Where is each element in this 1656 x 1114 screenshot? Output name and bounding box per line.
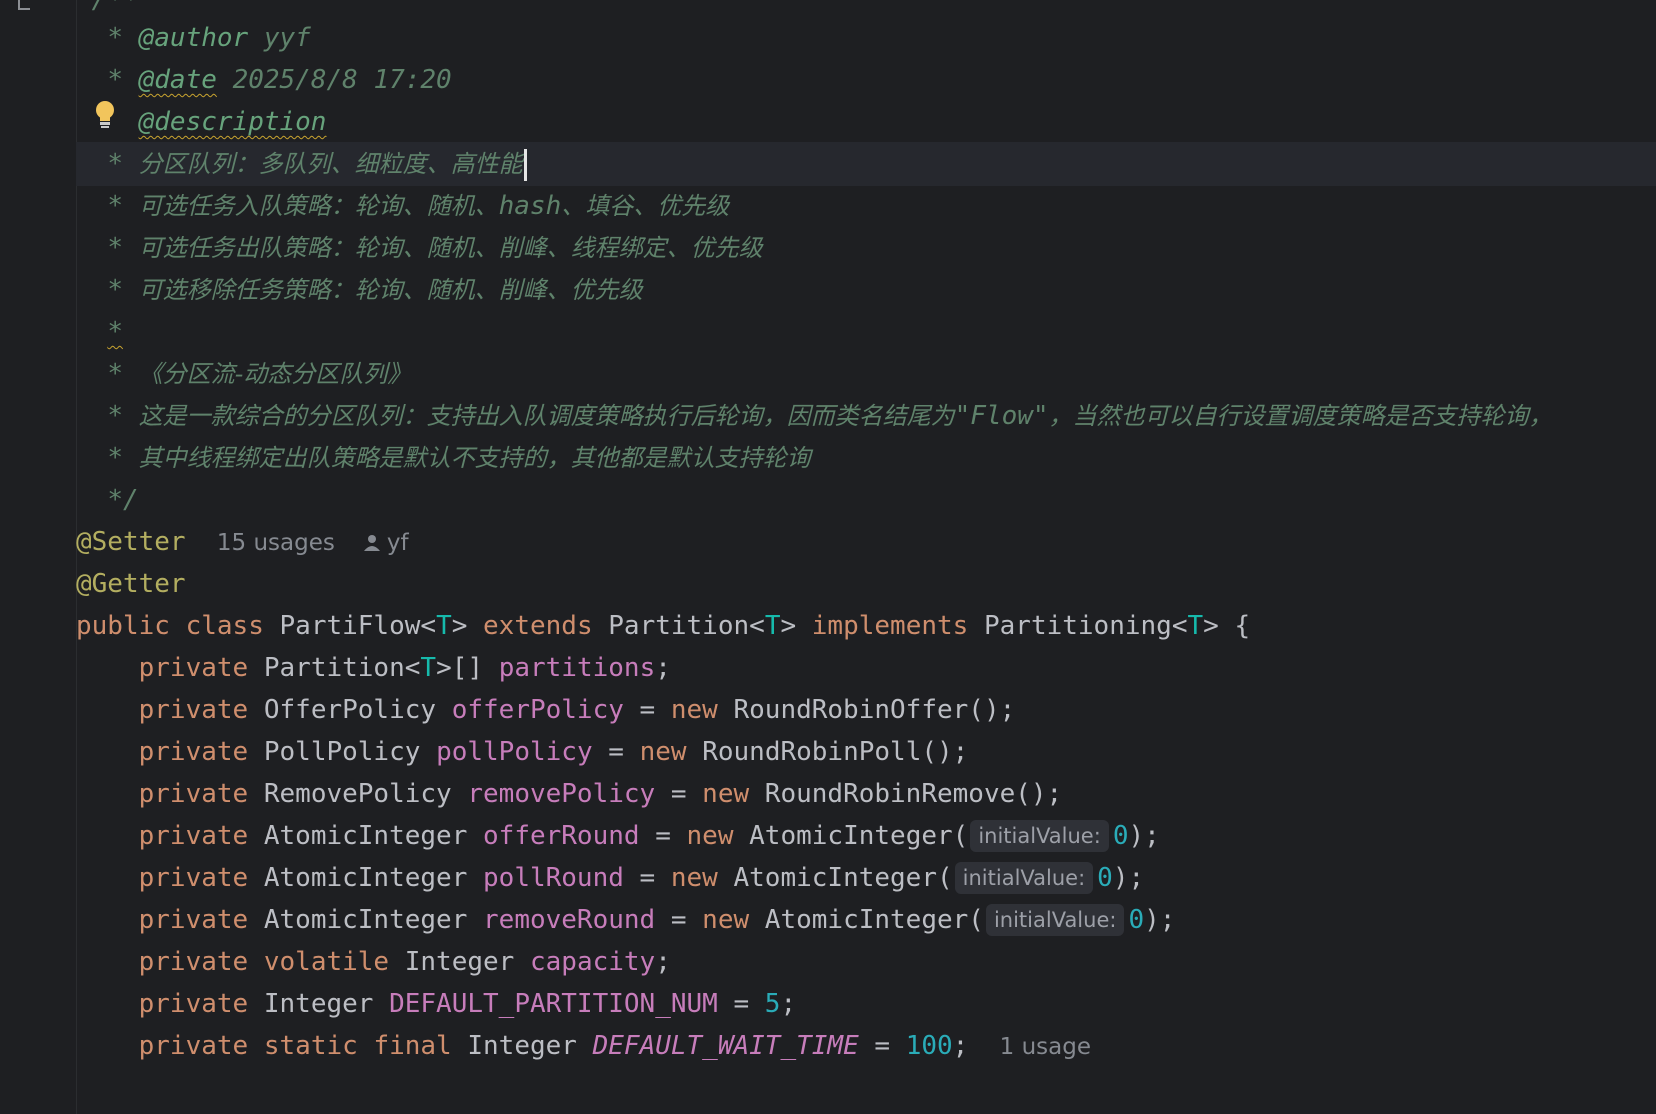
class-name[interactable]: PartiFlow	[280, 611, 421, 641]
code-editor[interactable]: /** * @author yyf * @date 2025/8/8 17:20…	[76, 0, 1656, 1114]
code-line-offer-round: private AtomicInteger offerRound = new A…	[138, 820, 1160, 852]
author-value: yyf	[263, 23, 311, 53]
code-line-offer-policy: private OfferPolicy offerPolicy = new Ro…	[138, 695, 1016, 725]
parameter-hint: initialValue:	[985, 904, 1125, 936]
code-line-remove-policy: private RemovePolicy removePolicy = new …	[138, 779, 1063, 809]
setter-annotation: @Setter	[76, 527, 186, 557]
code-line-desc-3: * 可选任务出队策略：轮询、随机、削峰、线程绑定、优先级	[107, 233, 763, 263]
person-icon	[363, 534, 380, 551]
code-line-partitions: private Partition<T>[] partitions;	[138, 653, 671, 683]
code-line-default-partition-num: private Integer DEFAULT_PARTITION_NUM = …	[138, 989, 797, 1019]
code-line-poll-policy: private PollPolicy pollPolicy = new Roun…	[138, 737, 969, 767]
getter-annotation: @Getter	[76, 569, 186, 599]
code-line-desc-6: * 《分区流-动态分区队列》	[107, 359, 412, 389]
date-tag: @date	[138, 65, 217, 95]
author-tag: @author	[138, 23, 249, 53]
parameter-hint: initialValue:	[970, 820, 1109, 852]
author-hint[interactable]: yf	[387, 530, 409, 556]
code-line-desc-2: * 可选任务入队策略：轮询、随机、hash、填谷、优先级	[107, 191, 730, 221]
code-line-desc-8: * 其中线程绑定出队策略是默认不支持的，其他都是默认支持轮询	[107, 443, 811, 473]
description-tag: @description	[138, 107, 327, 137]
doc-open: /**	[91, 0, 139, 15]
code-line-capacity: private volatile Integer capacity;	[138, 947, 671, 977]
fold-marker-icon[interactable]	[18, 0, 30, 10]
code-line-poll-round: private AtomicInteger pollRound = new At…	[138, 862, 1145, 894]
code-line-date: * @date 2025/8/8 17:20	[107, 65, 452, 95]
usages-hint[interactable]: 15 usages	[217, 530, 335, 556]
code-line-class-decl: public class PartiFlow<T> extends Partit…	[76, 611, 1251, 641]
code-line-author: * @author yyf	[107, 23, 311, 53]
usage-hint[interactable]: 1 usage	[1000, 1034, 1091, 1060]
code-line-current: * 分区队列：多队列、细粒度、高性能	[76, 142, 1656, 186]
code-line-desc-4: * 可选移除任务策略：轮询、随机、削峰、优先级	[107, 275, 643, 305]
parameter-hint: initialValue:	[954, 862, 1094, 894]
code-line-getter: @Getter	[76, 562, 1656, 606]
code-line-default-wait-time: private static final Integer DEFAULT_WAI…	[138, 1031, 1091, 1061]
code-line-desc-5: *	[107, 317, 123, 347]
code-line-description: @description	[76, 100, 1656, 144]
code-line-setter: @Setter 15 usages yf	[76, 520, 1656, 564]
desc-line-1: 分区队列：多队列、细粒度、高性能	[138, 150, 523, 178]
code-line-remove-round: private AtomicInteger removeRound = new …	[138, 904, 1176, 936]
line-gutter	[0, 0, 77, 1114]
code-line-doc-end: */	[107, 485, 139, 515]
code-line-desc-7: * 这是一款综合的分区队列：支持出入队调度策略执行后轮询，因而类名结尾为"Flo…	[107, 401, 1553, 431]
date-value: 2025/8/8 17:20	[232, 65, 452, 95]
text-caret	[523, 148, 527, 181]
